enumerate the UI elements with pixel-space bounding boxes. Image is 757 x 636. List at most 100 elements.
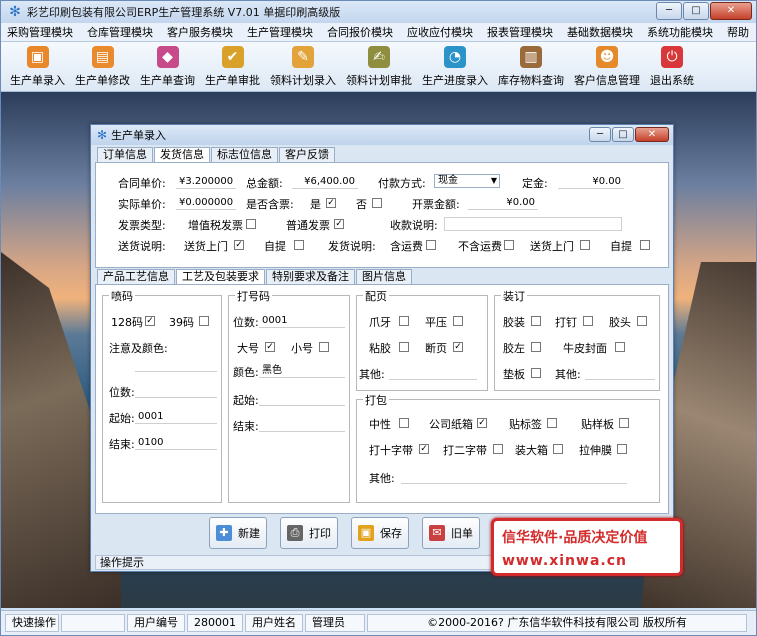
two-band-checkbox[interactable] — [493, 444, 503, 454]
menu-warehouse[interactable]: 仓库管理模块 — [87, 24, 153, 40]
tool-order-entry[interactable]: ▣ 生产单录入 — [7, 46, 68, 88]
code39-checkbox[interactable] — [199, 316, 209, 326]
delivery-panel: 合同单价: ¥3.200000 总金额: ¥6,400.00 付款方式: 现金 ▼… — [95, 162, 669, 268]
number-color-input[interactable]: 黑色 — [259, 364, 345, 378]
subtab-product-process[interactable]: 产品工艺信息 — [97, 269, 175, 284]
tool-material-approve[interactable]: ✍ 领料计划审批 — [343, 46, 415, 88]
save-icon: ▣ — [358, 525, 374, 541]
tab-customer-feedback[interactable]: 客户反馈 — [279, 147, 335, 162]
vat-invoice-checkbox[interactable] — [246, 219, 256, 229]
binding-other-input[interactable] — [585, 366, 655, 380]
big-size-checkbox[interactable]: ✓ — [265, 342, 275, 352]
menu-basedata[interactable]: 基础数据模块 — [567, 24, 633, 40]
packing-other-input[interactable] — [401, 470, 627, 484]
invoice-amount-input[interactable]: ¥0.00 — [468, 196, 538, 210]
menu-production[interactable]: 生产管理模块 — [247, 24, 313, 40]
tab-delivery-info[interactable]: 发货信息 — [154, 147, 210, 163]
small-size-checkbox[interactable] — [319, 342, 329, 352]
label-sticker-checkbox[interactable] — [547, 418, 557, 428]
glue-bind-checkbox[interactable] — [531, 316, 541, 326]
tool-order-query[interactable]: ◆ 生产单查询 — [137, 46, 198, 88]
vat-invoice-label: 增值税发票 — [188, 219, 243, 232]
break-page-checkbox[interactable]: ✓ — [453, 342, 463, 352]
menu-purchase[interactable]: 采购管理模块 — [7, 24, 73, 40]
contract-price-input[interactable]: ¥3.200000 — [176, 175, 236, 189]
big-box-label: 装大箱 — [515, 444, 548, 457]
company-box-checkbox[interactable]: ✓ — [477, 418, 487, 428]
tool-order-approve[interactable]: ✔ 生产单审批 — [202, 46, 263, 88]
dialog-close-button[interactable]: ✕ — [635, 127, 669, 142]
pad-checkbox[interactable] — [531, 368, 541, 378]
spray-start-input[interactable]: 0001 — [135, 410, 217, 424]
code128-checkbox[interactable]: ✓ — [145, 316, 155, 326]
old-order-button[interactable]: ✉ 旧单 — [422, 517, 480, 549]
tool-order-edit[interactable]: ▤ 生产单修改 — [72, 46, 133, 88]
print-button[interactable]: ⎙ 打印 — [280, 517, 338, 549]
glue-checkbox[interactable] — [399, 342, 409, 352]
normal-invoice-checkbox[interactable]: ✓ — [334, 219, 344, 229]
self-pick-checkbox[interactable] — [294, 240, 304, 250]
dialog-maximize-button[interactable]: □ — [612, 127, 634, 142]
spray-digits-input[interactable] — [135, 384, 217, 398]
claw-checkbox[interactable] — [399, 316, 409, 326]
menu-system[interactable]: 系统功能模块 — [647, 24, 713, 40]
sample-checkbox[interactable] — [619, 418, 629, 428]
menu-help[interactable]: 帮助 — [727, 24, 749, 40]
quick-op[interactable]: 快速操作 — [5, 614, 59, 632]
tax-label: 是否含票: — [246, 198, 294, 211]
code39-label: 39码 — [169, 316, 194, 329]
glue-left-checkbox[interactable] — [531, 342, 541, 352]
menu-contract[interactable]: 合同报价模块 — [327, 24, 393, 40]
subtab-packing-req[interactable]: 工艺及包装要求 — [176, 269, 265, 285]
menu-customer-service[interactable]: 客户服务模块 — [167, 24, 233, 40]
tax-yes-checkbox[interactable]: ✓ — [326, 198, 336, 208]
ship-door-label: 送货上门 — [530, 240, 574, 253]
deposit-input[interactable]: ¥0.00 — [558, 175, 624, 189]
maximize-button[interactable]: □ — [683, 2, 709, 20]
tab-order-info[interactable]: 订单信息 — [97, 147, 153, 162]
close-button[interactable]: ✕ — [710, 2, 752, 20]
subtab-special-req[interactable]: 特别要求及备注 — [266, 269, 355, 284]
menu-receivable[interactable]: 应收应付模块 — [407, 24, 473, 40]
payment-method-select[interactable]: 现金 ▼ — [434, 174, 500, 188]
actual-price-input[interactable]: ¥0.000000 — [176, 196, 236, 210]
ship-door-checkbox[interactable] — [580, 240, 590, 250]
tool-customer-info[interactable]: ☻ 客户信息管理 — [571, 46, 643, 88]
tab-flag-info[interactable]: 标志位信息 — [211, 147, 278, 162]
dialog-minimize-button[interactable]: ─ — [589, 127, 611, 142]
kraft-cover-checkbox[interactable] — [615, 342, 625, 352]
minimize-button[interactable]: ─ — [656, 2, 682, 20]
ship-self-checkbox[interactable] — [640, 240, 650, 250]
collate-other-input[interactable] — [389, 366, 477, 380]
neutral-checkbox[interactable] — [399, 418, 409, 428]
number-digits-input[interactable]: 0001 — [259, 314, 345, 328]
new-button[interactable]: ✚ 新建 — [209, 517, 267, 549]
big-box-checkbox[interactable] — [553, 444, 563, 454]
subtab-pictures[interactable]: 图片信息 — [356, 269, 412, 284]
number-start-input[interactable] — [259, 392, 345, 406]
glue-head-checkbox[interactable] — [637, 316, 647, 326]
staple-checkbox[interactable] — [583, 316, 593, 326]
stretch-film-checkbox[interactable] — [617, 444, 627, 454]
save-button[interactable]: ▣ 保存 — [351, 517, 409, 549]
tax-no-checkbox[interactable] — [372, 198, 382, 208]
flat-press-checkbox[interactable] — [453, 316, 463, 326]
payment-note-input[interactable] — [444, 217, 622, 231]
tool-exit[interactable]: ⏻ 退出系统 — [647, 46, 697, 88]
spray-end-input[interactable]: 0100 — [135, 436, 217, 450]
excl-freight-checkbox[interactable] — [504, 240, 514, 250]
order-entry-dialog: ✻ 生产单录入 ─ □ ✕ 订单信息 发货信息 标志位信息 客户反馈 合同单价:… — [90, 124, 674, 572]
tool-inventory-query[interactable]: ▥ 库存物料查询 — [495, 46, 567, 88]
cross-band-label: 打十字带 — [369, 444, 413, 457]
spray-note-input[interactable] — [135, 358, 217, 372]
status-bar: 快速操作 用户编号 280001 用户姓名 管理员 ©2000-2016? 广东… — [1, 610, 756, 635]
break-page-label: 断页 — [425, 342, 447, 355]
incl-freight-checkbox[interactable] — [426, 240, 436, 250]
number-end-input[interactable] — [259, 418, 345, 432]
total-amount-input[interactable]: ¥6,400.00 — [292, 175, 358, 189]
menu-report[interactable]: 报表管理模块 — [487, 24, 553, 40]
tool-progress-entry[interactable]: ◔ 生产进度录入 — [419, 46, 491, 88]
cross-band-checkbox[interactable]: ✓ — [419, 444, 429, 454]
deliver-door-checkbox[interactable]: ✓ — [234, 240, 244, 250]
tool-material-entry[interactable]: ✎ 领料计划录入 — [267, 46, 339, 88]
